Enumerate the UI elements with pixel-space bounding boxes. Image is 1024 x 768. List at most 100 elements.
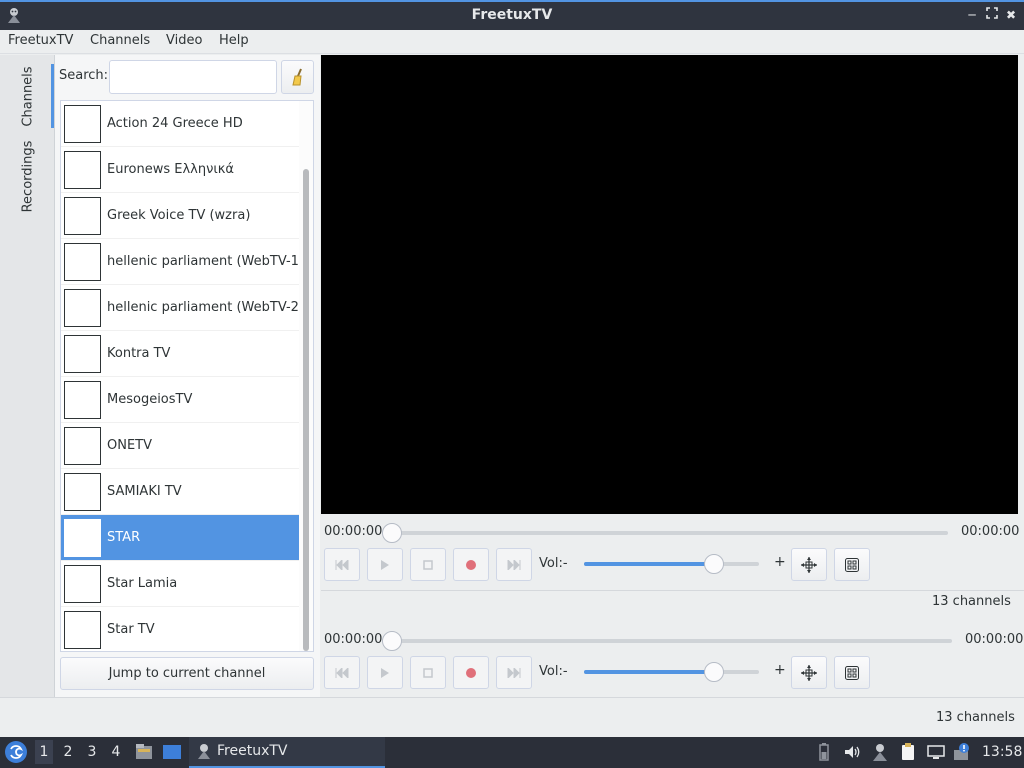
channel-row[interactable]: Action 24 Greece HD bbox=[61, 101, 299, 147]
broom-icon bbox=[291, 68, 302, 86]
channel-logo bbox=[64, 243, 101, 281]
list-scrollbar-thumb[interactable] bbox=[303, 169, 309, 651]
channel-row[interactable]: SAMIAKI TV bbox=[61, 469, 299, 515]
menu-freetuxtv[interactable]: FreetuxTV bbox=[8, 33, 73, 48]
channel-count-status: 13 channels bbox=[932, 594, 1011, 609]
workspace-4[interactable]: 4 bbox=[107, 744, 125, 760]
jump-to-current-channel-button[interactable]: Jump to current channel bbox=[60, 657, 314, 690]
previous-channel-button[interactable] bbox=[324, 656, 360, 689]
tab-recordings[interactable]: Recordings bbox=[18, 137, 38, 215]
volume-fill bbox=[584, 562, 714, 566]
workspace-2[interactable]: 2 bbox=[59, 744, 77, 760]
channel-logo bbox=[64, 105, 101, 143]
seek-bar[interactable] bbox=[391, 639, 952, 643]
record-button[interactable] bbox=[453, 656, 489, 689]
channel-name: STAR bbox=[107, 530, 141, 545]
seek-bar[interactable] bbox=[391, 531, 948, 535]
channel-row[interactable]: hellenic parliament (WebTV-2 bbox=[61, 285, 299, 331]
channel-logo bbox=[64, 427, 101, 465]
clipboard-icon[interactable] bbox=[898, 742, 918, 762]
channel-row[interactable]: MesogeiosTV bbox=[61, 377, 299, 423]
maximize-icon[interactable] bbox=[985, 7, 999, 23]
network-user-icon[interactable] bbox=[870, 742, 890, 762]
taskbar-task-freetuxtv[interactable]: FreetuxTV bbox=[189, 737, 385, 768]
seek-handle[interactable] bbox=[382, 631, 402, 651]
play-button[interactable] bbox=[367, 548, 403, 581]
channel-logo bbox=[64, 565, 101, 603]
record-icon bbox=[466, 667, 476, 678]
mini-mode-button[interactable] bbox=[834, 656, 870, 689]
channel-row[interactable]: Kontra TV bbox=[61, 331, 299, 377]
volume-plus: + bbox=[774, 662, 786, 678]
tab-channels[interactable]: Channels bbox=[18, 65, 38, 127]
battery-icon[interactable] bbox=[814, 742, 834, 762]
channel-list[interactable]: Action 24 Greece HD Euronews Ελληνικά Gree… bbox=[60, 100, 314, 652]
menu-channels[interactable]: Channels bbox=[90, 33, 150, 48]
workspace-1[interactable]: 1 bbox=[35, 740, 53, 764]
record-button[interactable] bbox=[453, 548, 489, 581]
channel-name: Star TV bbox=[107, 622, 155, 637]
channel-row[interactable]: ONETV bbox=[61, 423, 299, 469]
fullscreen-button[interactable] bbox=[791, 548, 827, 581]
channel-name: Euronews Ελληνικά bbox=[107, 162, 234, 177]
freetuxtv-task-icon bbox=[198, 744, 210, 759]
channel-count-status: 13 channels bbox=[936, 710, 1015, 725]
volume-slider[interactable] bbox=[584, 562, 759, 566]
file-manager-icon[interactable] bbox=[134, 742, 154, 762]
volume-icon[interactable] bbox=[842, 742, 862, 762]
channel-logo bbox=[64, 335, 101, 373]
channel-name: Greek Voice TV (wzra) bbox=[107, 208, 251, 223]
volume-label: Vol:- bbox=[539, 556, 568, 571]
seek-handle[interactable] bbox=[382, 523, 402, 543]
window-title: FreetuxTV bbox=[471, 7, 553, 23]
menu-video[interactable]: Video bbox=[166, 33, 202, 48]
stop-button[interactable] bbox=[410, 548, 446, 581]
close-icon[interactable]: ✖ bbox=[1004, 7, 1018, 23]
channel-name: Action 24 Greece HD bbox=[107, 116, 243, 131]
channels-panel: Search: Action 24 Greece HD Euronews Ελλη… bbox=[55, 55, 320, 697]
record-icon bbox=[466, 559, 476, 570]
mini-mode-icon bbox=[845, 557, 859, 572]
volume-label: Vol:- bbox=[539, 664, 568, 679]
elapsed-time: 00:00:00 bbox=[324, 632, 383, 647]
stop-icon bbox=[423, 559, 433, 570]
display-icon[interactable] bbox=[926, 742, 946, 762]
channel-logo bbox=[64, 381, 101, 419]
next-channel-button[interactable] bbox=[496, 656, 532, 689]
search-input[interactable] bbox=[109, 60, 277, 94]
channel-row[interactable]: Greek Voice TV (wzra) bbox=[61, 193, 299, 239]
skip-back-icon bbox=[335, 559, 349, 570]
stop-button[interactable] bbox=[410, 656, 446, 689]
player-controls-primary: 00:00:00 00:00:00 Vol:- + 13 channels bbox=[321, 514, 1024, 622]
play-icon bbox=[381, 559, 389, 570]
skip-forward-icon bbox=[507, 667, 521, 678]
controls-divider bbox=[321, 590, 1024, 591]
channel-row[interactable]: STAR bbox=[61, 515, 299, 561]
show-desktop-icon[interactable] bbox=[162, 742, 182, 762]
volume-handle[interactable] bbox=[703, 662, 724, 682]
minimize-icon[interactable]: ─ bbox=[965, 7, 979, 23]
menu-help[interactable]: Help bbox=[219, 33, 249, 48]
start-menu-icon[interactable] bbox=[4, 740, 28, 764]
total-time: 00:00:00 bbox=[961, 524, 1020, 539]
channel-row[interactable]: Star Lamia bbox=[61, 561, 299, 607]
channel-logo bbox=[64, 289, 101, 327]
channel-row[interactable]: hellenic parliament (WebTV-1 bbox=[61, 239, 299, 285]
mini-mode-button[interactable] bbox=[834, 548, 870, 581]
stop-icon bbox=[423, 667, 433, 678]
video-display[interactable] bbox=[321, 55, 1022, 514]
taskbar: 1 2 3 4 FreetuxTV 13:58 bbox=[0, 737, 1024, 768]
mini-mode-icon bbox=[845, 665, 859, 680]
channel-row[interactable]: Euronews Ελληνικά bbox=[61, 147, 299, 193]
previous-channel-button[interactable] bbox=[324, 548, 360, 581]
volume-handle[interactable] bbox=[703, 554, 724, 574]
update-notifier-icon[interactable] bbox=[952, 742, 972, 762]
clear-search-button[interactable] bbox=[281, 60, 314, 94]
play-button[interactable] bbox=[367, 656, 403, 689]
workspace-3[interactable]: 3 bbox=[83, 744, 101, 760]
channel-row[interactable]: Star TV bbox=[61, 607, 299, 651]
next-channel-button[interactable] bbox=[496, 548, 532, 581]
fullscreen-button[interactable] bbox=[791, 656, 827, 689]
volume-slider[interactable] bbox=[584, 670, 759, 674]
title-bar: FreetuxTV ─ ✖ bbox=[0, 0, 1024, 30]
